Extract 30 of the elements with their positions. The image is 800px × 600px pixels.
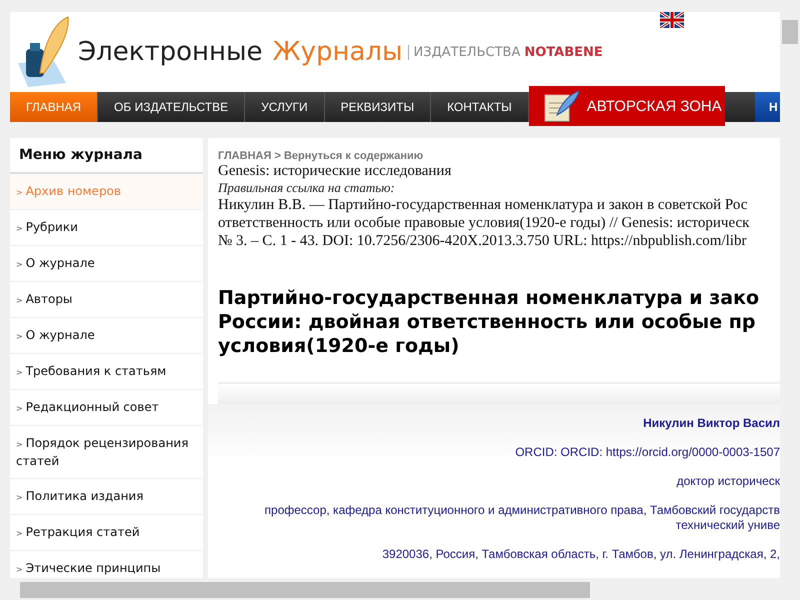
nav-tab[interactable]: УСЛУГИ: [245, 92, 325, 122]
breadcrumb-link[interactable]: Вернуться к содержанию: [284, 150, 424, 162]
citation-text: Никулин В.В. — Партийно-государственная номенклатура и закон в советской Рос: [218, 196, 748, 214]
degree-text: доктор историческ: [676, 474, 780, 489]
address-text: 3920036, Россия, Тамбовская область, г. Тамбов, ул. Ленинградская, 2,: [381, 547, 780, 562]
citation-label: Правильная ссылка на статью:: [218, 180, 396, 196]
author-name[interactable]: Никулин Виктор Васил: [208, 416, 780, 431]
breadcrumb-link[interactable]: ГЛАВНАЯ: [218, 150, 272, 162]
logo-text: Электронные: [78, 37, 263, 67]
nav-tab[interactable]: Н: [755, 92, 780, 122]
nav-tab[interactable]: ОБ ИЗДАТЕЛЬСТВЕ: [98, 92, 246, 122]
scroll-thumb[interactable]: [782, 20, 798, 44]
nav-tab[interactable]: РЕКВИЗИТЫ: [324, 92, 432, 122]
publisher-label: ИЗДАТЕЛЬСТВА: [408, 44, 520, 60]
article-title: России: двойная ответственность или особые пр: [218, 310, 756, 334]
position-text: технический униве: [674, 518, 780, 533]
position-text: профессор, кафедра конституционного и административного права, Тамбовский государств: [264, 503, 780, 518]
logo-text: Журналы: [272, 37, 403, 67]
article-title: условия(1920-е годы): [218, 334, 460, 358]
article-title: Партийно-государственная номенклатура и зако: [218, 286, 760, 310]
citation-text: № 3. – С. 1 - 43. DOI: 10.7256/2306-420X.2013.3.750 URL: https://nbpublish.com/libr: [218, 232, 748, 250]
breadcrumb-separator: >: [274, 150, 281, 162]
scroll-thumb[interactable]: [20, 582, 590, 598]
quill-paper-icon: [542, 89, 581, 123]
flag-icon[interactable]: [660, 12, 684, 28]
author-zone-button[interactable]: АВТОРСКАЯ ЗОНА: [528, 86, 725, 126]
orcid-text: ORCID: ORCID: https://orcid.org/0000-0003-1507: [514, 445, 780, 460]
citation-text: ответственность или особые правовые условия(1920-е годы) // Genesis: историческ: [218, 214, 750, 232]
journal-name: Genesis: исторические исследования: [218, 162, 452, 180]
publisher-name: NOTABENE: [524, 44, 603, 60]
